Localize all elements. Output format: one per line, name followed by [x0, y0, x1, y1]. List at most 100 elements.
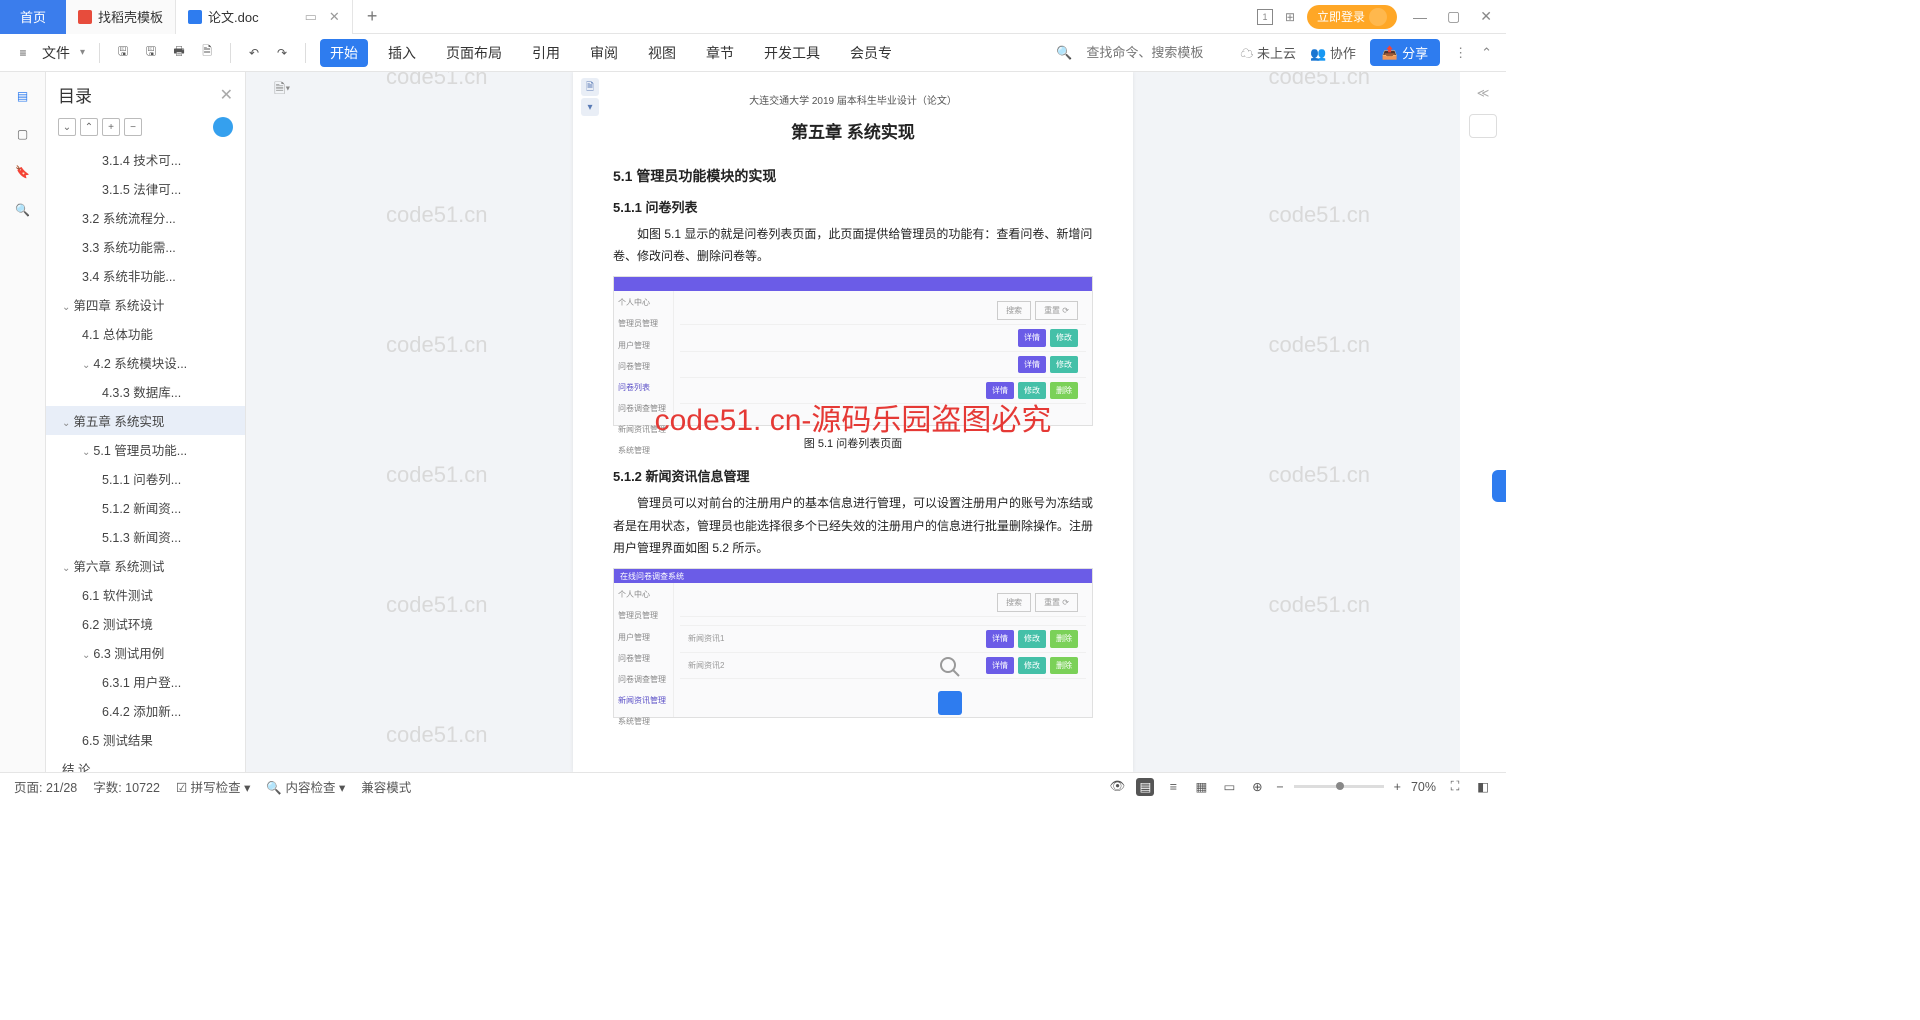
add-heading-icon[interactable]: + [102, 118, 120, 136]
magnifier-icon [938, 655, 962, 679]
file-menu[interactable]: 文件 [42, 43, 70, 63]
command-search-input[interactable] [1086, 45, 1226, 60]
outline-item[interactable]: 4.3.3 数据库... [46, 377, 245, 406]
word-count[interactable]: 字数: 10722 [93, 777, 160, 796]
outline-item[interactable]: 5.1.3 新闻资... [46, 522, 245, 551]
side-tag[interactable] [1492, 470, 1506, 502]
tab-start[interactable]: 开始 [320, 39, 368, 67]
outline-item[interactable]: 6.3.1 用户登... [46, 667, 245, 696]
compat-mode[interactable]: 兼容模式 [361, 777, 411, 796]
eye-icon[interactable]: 👁 [1108, 778, 1126, 796]
right-panel-button[interactable] [1469, 114, 1497, 138]
collapse-all-icon[interactable]: ⌄ [58, 118, 76, 136]
search-icon[interactable]: 🔍 [1056, 45, 1072, 61]
page-options-icon[interactable]: 🗎▾ [274, 78, 290, 102]
tab-document[interactable]: 论文.doc ▭ ✕ [176, 0, 353, 34]
tab-template[interactable]: 找稻壳模板 [66, 0, 176, 34]
outline-item[interactable]: ⌄4.2 系统模块设... [46, 348, 245, 377]
outline-item[interactable]: ⌄第四章 系统设计 [46, 290, 245, 319]
outline-item[interactable]: 6.4.2 添加新... [46, 696, 245, 725]
outline-item[interactable]: 6.1 软件测试 [46, 580, 245, 609]
outline-close[interactable]: ✕ [220, 85, 233, 105]
outline-item[interactable]: ⌄6.3 测试用例 [46, 638, 245, 667]
tab-close[interactable]: ✕ [329, 9, 340, 25]
view-outline-icon[interactable]: ≡ [1164, 778, 1182, 796]
outline-item[interactable]: 3.2 系统流程分... [46, 203, 245, 232]
tab-references[interactable]: 引用 [522, 39, 570, 67]
zoom-value[interactable]: 70% [1411, 780, 1436, 794]
view-read-icon[interactable]: ▭ [1220, 778, 1238, 796]
save-as-icon[interactable]: 🖫 [142, 44, 160, 62]
new-tab-button[interactable]: + [353, 6, 392, 27]
outline-item[interactable]: 5.1.2 新闻资... [46, 493, 245, 522]
fullscreen-icon[interactable]: ⛶ [1446, 778, 1464, 796]
maximize-button[interactable]: ▢ [1443, 8, 1464, 25]
page-indicator[interactable]: 页面: 21/28 [14, 777, 77, 796]
redo-icon[interactable]: ↷ [273, 44, 291, 62]
print-icon[interactable]: 🖶 [170, 44, 188, 62]
bookmark-rail-icon[interactable]: 🔖 [13, 162, 33, 182]
layout-icon[interactable]: 1 [1257, 9, 1273, 25]
sync-icon[interactable] [213, 117, 233, 137]
menu-icon[interactable]: ≡ [14, 44, 32, 62]
titlebar: 首页 找稻壳模板 论文.doc ▭ ✕ + 1 ⊞ 立即登录 — ▢ ✕ [0, 0, 1506, 34]
save-icon[interactable]: 🖫 [114, 44, 132, 62]
watermark-overlay: code51. cn-源码乐园盗图必究 [655, 392, 1052, 449]
expand-all-icon[interactable]: ⌃ [80, 118, 98, 136]
tab-review[interactable]: 审阅 [580, 39, 628, 67]
outline-item[interactable]: 结 论 [46, 754, 245, 772]
page-more-icon[interactable]: ▾ [581, 98, 599, 116]
print-preview-icon[interactable]: 🗎 [198, 44, 216, 62]
tab-insert[interactable]: 插入 [378, 39, 426, 67]
zoom-out[interactable]: − [1276, 780, 1283, 794]
outline-tools: ⌄ ⌃ + − [46, 117, 245, 145]
document-area[interactable]: 🗎▾ code51.cn code51.cn code51.cn code51.… [246, 72, 1460, 772]
outline-item[interactable]: 3.4 系统非功能... [46, 261, 245, 290]
outline-item[interactable]: 6.2 测试环境 [46, 609, 245, 638]
page-edit-icon[interactable]: 🗎 [581, 78, 599, 96]
view-page-icon[interactable]: ▤ [1136, 778, 1154, 796]
outline-item[interactable]: 5.1.1 问卷列... [46, 464, 245, 493]
collab-button[interactable]: 👥 协作 [1310, 43, 1356, 62]
outline-item[interactable]: 3.1.5 法律可... [46, 174, 245, 203]
nav-rail-icon[interactable]: ▢ [13, 124, 33, 144]
watermark: code51.cn [1268, 332, 1370, 358]
presentation-icon[interactable]: ▭ [305, 9, 317, 25]
outline-rail-icon[interactable]: ▤ [13, 86, 33, 106]
tab-home[interactable]: 首页 [0, 0, 66, 34]
tab-layout[interactable]: 页面布局 [436, 39, 512, 67]
tab-member[interactable]: 会员专 [840, 39, 902, 67]
fit-icon[interactable]: ◧ [1474, 778, 1492, 796]
share-button[interactable]: 📤 分享 [1370, 39, 1440, 66]
zoom-slider[interactable] [1294, 785, 1384, 788]
collapse-panel-icon[interactable]: ≪ [1477, 86, 1490, 100]
collapse-ribbon-icon[interactable]: ⌃ [1481, 45, 1492, 61]
view-web-icon[interactable]: ▦ [1192, 778, 1210, 796]
outline-title: 目录 [58, 82, 92, 107]
login-button[interactable]: 立即登录 [1307, 5, 1397, 29]
separator [99, 43, 100, 63]
undo-icon[interactable]: ↶ [245, 44, 263, 62]
cloud-status[interactable]: ☁ 未上云 [1240, 43, 1296, 62]
outline-item[interactable]: ⌄第五章 系统实现 [46, 406, 245, 435]
tab-view[interactable]: 视图 [638, 39, 686, 67]
outline-item[interactable]: ⌄5.1 管理员功能... [46, 435, 245, 464]
outline-item[interactable]: 3.3 系统功能需... [46, 232, 245, 261]
apps-icon[interactable]: ⊞ [1285, 10, 1295, 24]
search-rail-icon[interactable]: 🔍 [13, 200, 33, 220]
outline-item[interactable]: ⌄第六章 系统测试 [46, 551, 245, 580]
outline-item[interactable]: 3.1.4 技术可... [46, 145, 245, 174]
more-icon[interactable]: ⋮ [1454, 45, 1467, 61]
tab-chapter[interactable]: 章节 [696, 39, 744, 67]
outline-item[interactable]: 6.5 测试结果 [46, 725, 245, 754]
outline-item[interactable]: 4.1 总体功能 [46, 319, 245, 348]
tab-devtools[interactable]: 开发工具 [754, 39, 830, 67]
content-check-button[interactable]: 🔍 内容检查 ▾ [266, 777, 345, 796]
settings-icon[interactable]: ⊕ [1248, 778, 1266, 796]
outline-list[interactable]: 3.1.4 技术可...3.1.5 法律可...3.2 系统流程分...3.3 … [46, 145, 245, 772]
remove-heading-icon[interactable]: − [124, 118, 142, 136]
close-button[interactable]: ✕ [1476, 8, 1496, 25]
spellcheck-button[interactable]: ☑ 拼写检查 ▾ [176, 777, 250, 796]
zoom-in[interactable]: + [1394, 780, 1401, 794]
minimize-button[interactable]: — [1409, 9, 1431, 25]
